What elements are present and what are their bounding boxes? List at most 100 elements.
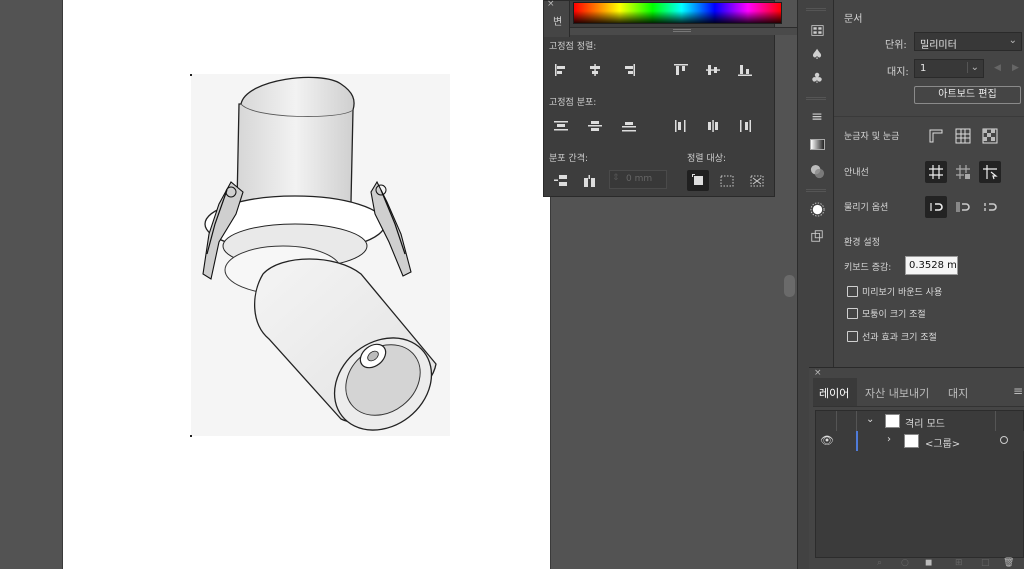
artboard-label: 대지: bbox=[887, 67, 909, 78]
align-to-label: 정렬 대상: bbox=[687, 154, 727, 164]
snap-to-pixel-icon[interactable] bbox=[952, 196, 974, 218]
distribute-top-icon[interactable] bbox=[550, 117, 572, 135]
new-layer-icon[interactable]: □ bbox=[981, 558, 990, 568]
edit-artboards-button[interactable]: 아트보드 편집 bbox=[914, 86, 1021, 104]
grid-icon[interactable] bbox=[952, 125, 974, 147]
artboard-number-dropdown[interactable]: 1 ⌄ bbox=[914, 59, 984, 78]
snap-to-point-icon[interactable] bbox=[925, 196, 947, 218]
chevron-down-icon: ⌄ bbox=[1008, 35, 1017, 46]
smart-guides-icon[interactable] bbox=[979, 161, 1001, 183]
ruler-icon[interactable] bbox=[925, 125, 947, 147]
tab-underline bbox=[813, 406, 1024, 407]
preferences-label: 환경 설정 bbox=[844, 238, 880, 248]
scale-corners-checkbox[interactable]: 모퉁이 크기 조절 bbox=[847, 307, 926, 320]
align-horizontal-center-icon[interactable] bbox=[584, 61, 606, 79]
close-icon[interactable]: × bbox=[547, 0, 555, 9]
align-vertical-center-icon[interactable] bbox=[702, 61, 724, 79]
swatches-icon[interactable] bbox=[806, 19, 828, 41]
column-divider bbox=[995, 411, 996, 431]
layer-color-bar bbox=[856, 431, 858, 451]
chevron-down-icon[interactable]: ⌄ bbox=[866, 414, 874, 425]
strip-divider-2 bbox=[806, 189, 826, 192]
product-illustration[interactable] bbox=[191, 74, 450, 436]
trash-icon[interactable]: 🗑 bbox=[1003, 558, 1014, 568]
distribute-horizontal-center-icon[interactable] bbox=[702, 117, 724, 135]
tab-artboards[interactable]: 대지 bbox=[948, 378, 968, 406]
close-icon[interactable]: × bbox=[814, 368, 822, 378]
column-divider bbox=[856, 411, 857, 431]
anchor-distribute-label: 고정점 분포: bbox=[549, 98, 597, 108]
units-value: 밀리미터 bbox=[920, 40, 957, 51]
search-icon[interactable]: ○ bbox=[901, 558, 909, 568]
checkbox-label: 선과 효과 크기 조절 bbox=[862, 333, 937, 343]
align-bottom-icon[interactable] bbox=[734, 61, 756, 79]
layers-footer-toolbar: ⌕ ○ ◼ ⊞ □ 🗑 bbox=[815, 558, 1024, 569]
layers-list: ⌄ 격리 모드 👁 › <그룹> bbox=[815, 410, 1024, 558]
units-dropdown[interactable]: 밀리미터 ⌄ bbox=[914, 32, 1022, 51]
layer-row[interactable]: ⌄ 격리 모드 bbox=[816, 411, 1024, 431]
use-preview-bounds-checkbox[interactable]: 미리보기 바운드 사용 bbox=[847, 285, 942, 298]
gradient-icon[interactable] bbox=[806, 133, 828, 155]
distribute-right-icon[interactable] bbox=[734, 117, 756, 135]
align-top-icon[interactable] bbox=[670, 61, 692, 79]
chevron-right-icon[interactable]: › bbox=[887, 434, 891, 445]
distribute-left-icon[interactable] bbox=[670, 117, 692, 135]
next-artboard-icon[interactable]: ▶ bbox=[1012, 63, 1019, 73]
vertical-distribute-space-icon[interactable] bbox=[550, 172, 572, 190]
rulers-grids-label: 눈금자 및 눈금 bbox=[844, 132, 900, 142]
checkbox-box[interactable] bbox=[847, 331, 858, 342]
previous-artboard-icon[interactable]: ◀ bbox=[994, 63, 1001, 73]
vertical-scrollbar-thumb[interactable] bbox=[784, 275, 795, 297]
new-sublayer-icon[interactable]: ⊞ bbox=[955, 558, 963, 568]
target-circle-icon[interactable] bbox=[1000, 436, 1008, 444]
snap-to-glyph-icon[interactable] bbox=[979, 196, 1001, 218]
eye-visibility-icon[interactable]: 👁 bbox=[820, 434, 834, 447]
spectrum-divider bbox=[570, 27, 798, 35]
club-symbol-icon[interactable]: ♣ bbox=[806, 68, 828, 90]
spacing-value: 0 mm bbox=[626, 174, 653, 184]
column-divider bbox=[836, 411, 837, 431]
lock-guides-icon[interactable] bbox=[952, 161, 974, 183]
layer-name: 격리 모드 bbox=[905, 419, 945, 430]
tab-asset-export[interactable]: 자산 내보내기 bbox=[865, 378, 929, 406]
grip-handle-icon[interactable] bbox=[673, 29, 691, 32]
tab-layers[interactable]: 레이어 bbox=[813, 378, 857, 406]
transparency-grid-icon[interactable] bbox=[979, 125, 1001, 147]
checkbox-box[interactable] bbox=[847, 308, 858, 319]
align-to-key-object-button[interactable] bbox=[687, 170, 709, 191]
checkbox-label: 모퉁이 크기 조절 bbox=[862, 310, 926, 320]
distribute-bottom-icon[interactable] bbox=[618, 117, 640, 135]
checkbox-label: 미리보기 바운드 사용 bbox=[862, 288, 943, 298]
horizontal-distribute-space-icon[interactable] bbox=[579, 172, 601, 190]
stepper-icon[interactable]: ⇕ bbox=[612, 173, 620, 183]
stroke-lines-icon[interactable]: ≡ bbox=[806, 106, 828, 128]
spotlight-drawing bbox=[202, 76, 437, 431]
align-right-icon[interactable] bbox=[618, 61, 640, 79]
checkbox-box[interactable] bbox=[847, 286, 858, 297]
align-panel: 변 × 고정점 정렬: 고정점 분포: 분포 간격: 정렬 대상: ⇕ 0 mm bbox=[543, 0, 798, 197]
clipping-mask-icon[interactable]: ◼ bbox=[925, 558, 932, 568]
keyboard-increment-label: 키보드 증감: bbox=[844, 263, 892, 273]
layer-row[interactable]: 👁 › <그룹> bbox=[816, 431, 1024, 451]
align-to-artboard-icon[interactable] bbox=[746, 172, 768, 190]
keyboard-increment-input[interactable]: 0.3528 mm bbox=[905, 256, 958, 275]
distribute-vertical-center-icon[interactable] bbox=[584, 117, 606, 135]
panel-menu-icon[interactable]: ≡ bbox=[1013, 384, 1023, 398]
selection-corner-top-left[interactable] bbox=[190, 74, 192, 76]
appearance-sun-icon[interactable] bbox=[806, 198, 828, 220]
guides-label: 안내선 bbox=[844, 168, 869, 178]
artboard-export-icon[interactable] bbox=[806, 225, 828, 247]
scale-strokes-effects-checkbox[interactable]: 선과 효과 크기 조절 bbox=[847, 330, 937, 343]
symbol-sprayer-icon[interactable]: ♠ bbox=[806, 44, 828, 66]
show-guides-icon[interactable] bbox=[925, 161, 947, 183]
spacing-value-input[interactable]: ⇕ 0 mm bbox=[609, 170, 667, 189]
properties-panel: 문서 단위: 밀리미터 ⌄ 대지: 1 ⌄ ◀ ▶ 아트보드 편집 눈금자 및 … bbox=[834, 0, 1024, 370]
units-label: 단위: bbox=[885, 40, 907, 51]
color-spectrum-bar[interactable] bbox=[573, 2, 782, 24]
selection-corner-bottom-left[interactable] bbox=[190, 435, 192, 437]
align-to-selection-icon[interactable] bbox=[716, 172, 738, 190]
section-divider bbox=[834, 116, 1024, 117]
transparency-icon[interactable] bbox=[806, 160, 828, 182]
align-left-icon[interactable] bbox=[550, 61, 572, 79]
locate-object-icon[interactable]: ⌕ bbox=[877, 558, 882, 568]
